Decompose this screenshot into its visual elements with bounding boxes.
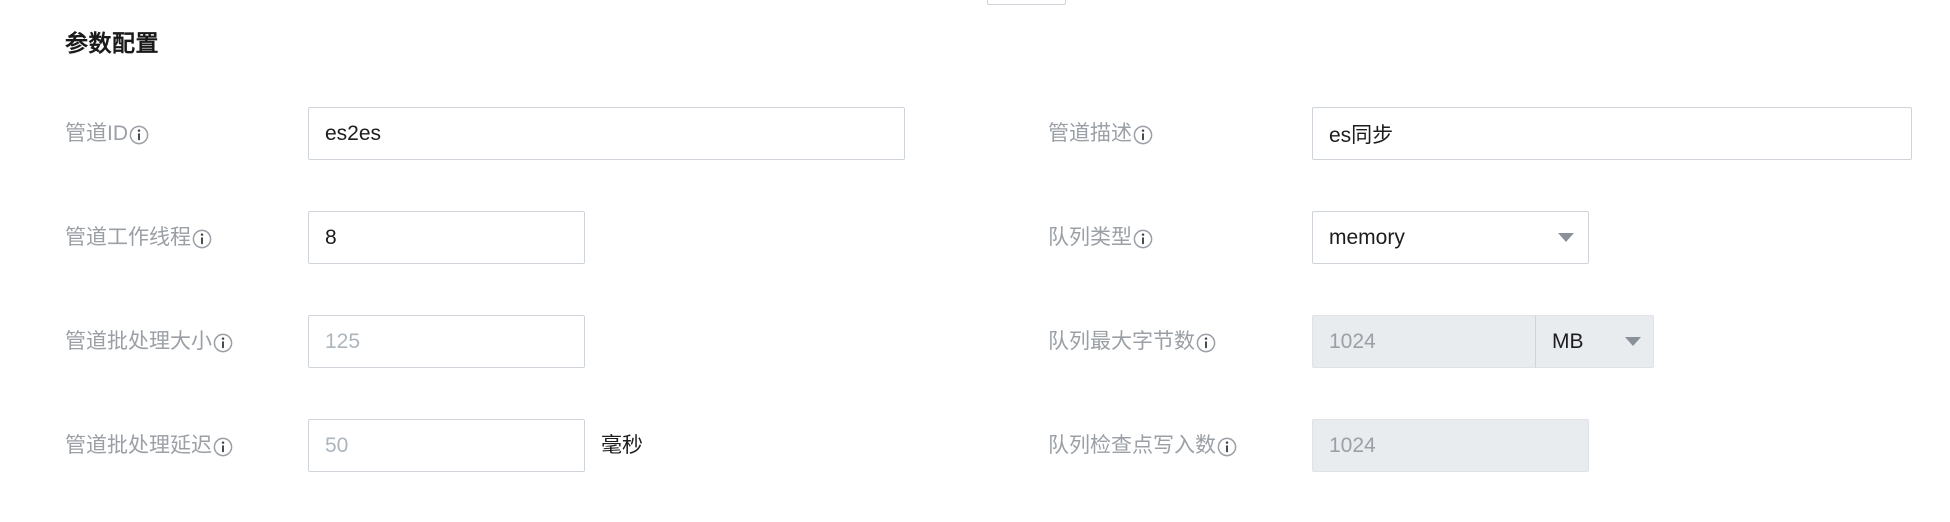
queue-max-bytes-group: MB [1312,315,1654,368]
queue-checkpoint-writes-input[interactable] [1312,419,1589,472]
info-circle-icon[interactable] [213,333,233,353]
control-queue-checkpoint-writes [1312,419,1589,472]
control-batch-size [308,315,585,368]
label-queue-type-text: 队列类型 [1048,226,1132,249]
info-circle-icon[interactable] [1133,125,1153,145]
label-batch-size-text: 管道批处理大小 [65,330,212,353]
field-row-pipeline-desc: 管道描述 [1048,107,1153,160]
info-circle-icon[interactable] [213,437,233,457]
field-row-worker-threads: 管道工作线程 [65,211,212,264]
info-circle-icon[interactable] [192,229,212,249]
label-pipeline-id-text: 管道ID [65,122,128,145]
batch-delay-input[interactable] [308,419,585,472]
parameter-configuration-screen: 参数配置 管道ID 管道工作线程 [0,0,1950,522]
label-pipeline-desc: 管道描述 [1048,123,1153,144]
queue-max-bytes-input[interactable] [1312,315,1535,368]
pipeline-desc-input[interactable] [1312,107,1912,160]
field-row-batch-delay: 管道批处理延迟 [65,419,233,472]
chevron-down-icon [1558,233,1574,242]
field-row-queue-max-bytes: 队列最大字节数 [1048,315,1216,368]
field-row-queue-type: 队列类型 [1048,211,1153,264]
control-pipeline-desc [1312,107,1912,160]
queue-max-bytes-unit-select[interactable]: MB [1535,315,1654,368]
info-circle-icon[interactable] [129,125,149,145]
field-row-pipeline-id: 管道ID [65,107,149,160]
control-queue-type: memory [1312,211,1589,264]
info-circle-icon[interactable] [1217,437,1237,457]
label-queue-max-bytes: 队列最大字节数 [1048,331,1216,352]
queue-type-selected-value: memory [1329,225,1405,249]
label-batch-size: 管道批处理大小 [65,331,233,352]
control-queue-max-bytes: MB [1312,315,1654,368]
label-worker-threads: 管道工作线程 [65,227,212,248]
label-queue-max-bytes-text: 队列最大字节数 [1048,330,1195,353]
info-circle-icon[interactable] [1196,333,1216,353]
label-queue-type: 队列类型 [1048,227,1153,248]
info-circle-icon[interactable] [1133,229,1153,249]
batch-delay-unit-label: 毫秒 [601,434,643,457]
queue-type-select[interactable]: memory [1312,211,1589,264]
label-queue-checkpoint-writes-text: 队列检查点写入数 [1048,434,1216,457]
queue-max-bytes-unit-value: MB [1552,329,1584,353]
field-row-batch-size: 管道批处理大小 [65,315,233,368]
field-row-queue-checkpoint-writes: 队列检查点写入数 [1048,419,1237,472]
batch-size-input[interactable] [308,315,585,368]
label-queue-checkpoint-writes: 队列检查点写入数 [1048,435,1237,456]
label-batch-delay: 管道批处理延迟 [65,435,233,456]
control-batch-delay [308,419,585,472]
label-pipeline-desc-text: 管道描述 [1048,122,1132,145]
label-batch-delay-text: 管道批处理延迟 [65,434,212,457]
chevron-down-icon [1625,337,1641,346]
pipeline-id-input[interactable] [308,107,905,160]
control-worker-threads [308,211,585,264]
control-pipeline-id [308,107,905,160]
worker-threads-input[interactable] [308,211,585,264]
label-pipeline-id: 管道ID [65,123,149,144]
label-worker-threads-text: 管道工作线程 [65,226,191,249]
parameter-form: 管道ID 管道工作线程 [0,0,1950,522]
